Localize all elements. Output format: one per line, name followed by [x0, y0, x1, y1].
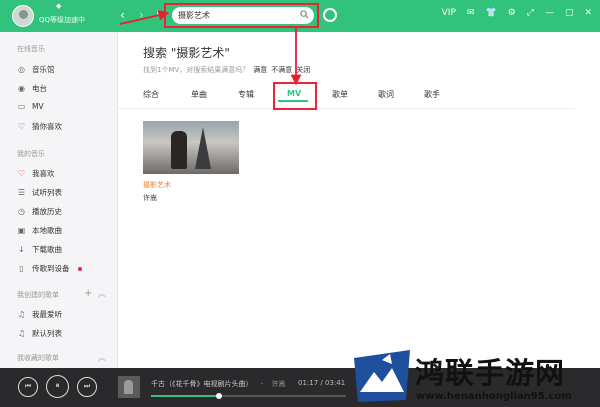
song-artist[interactable]: 许嵩 [272, 380, 286, 388]
tab-lyrics[interactable]: 歌词 [378, 89, 394, 100]
mv-icon: ▭ [17, 102, 26, 111]
tab-singers[interactable]: 歌手 [424, 89, 440, 100]
skin-icon[interactable]: 👕 [485, 8, 496, 18]
notification-dot [77, 266, 82, 271]
clock-icon: ◷ [18, 207, 25, 216]
computer-icon: ▣ [17, 226, 26, 235]
radio-icon: ◉ [18, 84, 25, 93]
previous-icon[interactable]: ⏮ [18, 377, 38, 397]
main-content: 搜索 "摄影艺术" 找到1个MV，对搜索结果满意吗？ 满意 不满意 关闭 综合 … [118, 32, 600, 368]
watermark-url: www.henanhonglian95.com [416, 391, 572, 402]
forward-arrow-icon[interactable]: › [139, 9, 144, 21]
listen-recognize-icon[interactable] [323, 8, 337, 22]
music-note-icon: ♫ [17, 310, 26, 319]
sidebar-item-transfer[interactable]: ▯ 传歌到设备 [17, 263, 82, 274]
sidebar: 在线音乐 ◎ 音乐馆 ◉ 电台 ▭ MV ♡ 猜你喜欢 我的音乐 ♡ 我喜欢 ☰ 试听列表 … [0, 32, 118, 368]
add-playlist-icon[interactable]: + [84, 288, 92, 299]
minimize-icon[interactable]: — [545, 8, 554, 18]
pause-icon[interactable]: ⏸ [46, 375, 69, 398]
back-arrow-icon[interactable]: ‹ [120, 9, 125, 21]
window-controls: VIP ✉ 👕 ⚙ ⤢ — ▢ ✕ [442, 8, 592, 18]
sidebar-item-guess-like[interactable]: ♡ 猜你喜欢 [17, 121, 62, 132]
device-icon: ▯ [19, 264, 24, 273]
download-icon: ↓ [18, 245, 25, 254]
play-time: 01:17 / 03:41 [298, 379, 346, 387]
close-icon[interactable]: ✕ [584, 8, 592, 18]
mv-result-card[interactable]: 摄影艺术 许嵩 [143, 121, 241, 203]
sidebar-item-favorites[interactable]: ♡ 我喜欢 [17, 168, 55, 179]
chevron-up-icon[interactable]: ︿ [98, 352, 106, 363]
feedback-close-link[interactable]: 关闭 [296, 65, 310, 75]
chevron-up-icon[interactable]: ︿ [98, 288, 106, 299]
eiffel-tower-shape [195, 127, 211, 169]
sidebar-section-created: 我创建的歌单 [17, 291, 59, 299]
username-label[interactable]: QQ等级加速中 [39, 15, 85, 25]
heart-outline-icon: ♡ [17, 122, 26, 131]
watermark-logo [354, 350, 410, 402]
progress-bar[interactable] [151, 393, 346, 399]
list-icon: ☰ [17, 188, 26, 197]
progress-knob[interactable] [216, 393, 223, 399]
album-cover[interactable] [118, 376, 140, 398]
maximize-icon[interactable]: ▢ [565, 8, 574, 18]
sidebar-item-local[interactable]: ▣ 本地歌曲 [17, 225, 62, 236]
mail-icon[interactable]: ✉ [467, 8, 475, 18]
mv-title-link[interactable]: 摄影艺术 [143, 180, 241, 190]
now-playing: 千古（《花千骨》电视剧片头曲） - 许嵩 [151, 379, 286, 389]
avatar[interactable] [12, 5, 34, 27]
next-icon[interactable]: ⏭ [77, 377, 97, 397]
settings-icon[interactable]: ⚙ [508, 8, 516, 18]
sidebar-item-mv[interactable]: ▭ MV [17, 102, 44, 111]
tab-playlists[interactable]: 歌单 [332, 89, 348, 100]
song-title[interactable]: 千古（《花千骨》电视剧片头曲） [151, 380, 253, 388]
music-note-icon: ♫ [17, 329, 26, 338]
sidebar-item-default-list[interactable]: ♫ 默认列表 [17, 328, 62, 339]
song-separator: - [260, 380, 264, 388]
tab-divider [118, 108, 575, 109]
mv-artist-link[interactable]: 许嵩 [143, 193, 241, 203]
diamond-icon: ◆ [56, 2, 62, 10]
vip-button[interactable]: VIP [442, 8, 456, 18]
result-tabs: 综合 单曲 专辑 MV 歌单 歌词 歌手 [143, 89, 573, 103]
sidebar-section-online: 在线音乐 [17, 45, 45, 53]
sidebar-section-collected: 我收藏的歌单 [17, 354, 59, 362]
heart-icon: ♡ [17, 169, 26, 178]
music-hall-icon: ◎ [18, 65, 25, 74]
feedback-bar: 找到1个MV，对搜索结果满意吗？ 满意 不满意 关闭 [143, 65, 310, 75]
feedback-text: 找到1个MV，对搜索结果满意吗？ [143, 66, 250, 74]
tab-albums[interactable]: 专辑 [238, 89, 254, 100]
sidebar-item-most-loved[interactable]: ♫ 我最爱听 [17, 309, 62, 320]
mv-tab-highlight-box [273, 82, 317, 110]
watermark-text: 鸿联手游网 [415, 356, 566, 390]
search-highlight-box [164, 3, 319, 28]
sidebar-section-mine: 我的音乐 [17, 150, 45, 158]
page-title: 搜索 "摄影艺术" [143, 46, 230, 60]
mini-mode-icon[interactable]: ⤢ [527, 8, 534, 18]
tab-all[interactable]: 综合 [143, 89, 159, 100]
sidebar-item-history[interactable]: ◷ 播放历史 [17, 206, 62, 217]
tab-songs[interactable]: 单曲 [191, 89, 207, 100]
progress-fill [151, 395, 220, 397]
sidebar-item-radio[interactable]: ◉ 电台 [17, 83, 47, 94]
feedback-yes-link[interactable]: 满意 [253, 65, 267, 75]
feedback-no-link[interactable]: 不满意 [271, 65, 292, 75]
mv-thumbnail[interactable] [143, 121, 239, 174]
sidebar-item-downloads[interactable]: ↓ 下载歌曲 [17, 244, 62, 255]
sidebar-item-trial-list[interactable]: ☰ 试听列表 [17, 187, 62, 198]
sidebar-item-music-hall[interactable]: ◎ 音乐馆 [17, 64, 55, 75]
person-silhouette [171, 131, 187, 169]
